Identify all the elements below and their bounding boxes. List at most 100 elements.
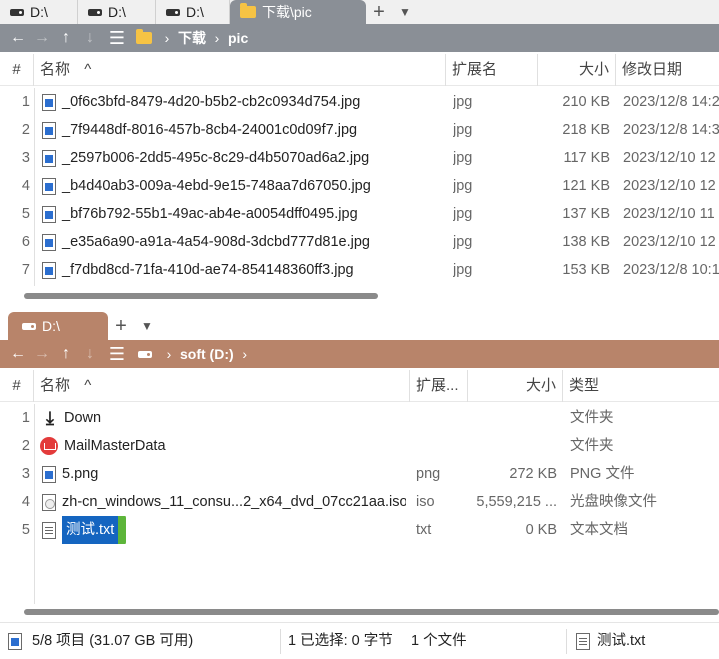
file-name: _bf76b792-55b1-49ac-ab4e-a0054dff0495.jp… [62, 206, 358, 222]
tab-d-drive-bottom[interactable]: D:\ [8, 312, 108, 340]
col-name[interactable]: 名称 ^ [34, 370, 410, 402]
col-num[interactable]: # [0, 370, 34, 402]
file-size: 272 KB [509, 466, 557, 482]
col-name[interactable]: 名称 ^ [34, 54, 446, 86]
back-icon[interactable]: ← [6, 345, 30, 363]
bottom-horizontal-scrollbar[interactable] [24, 609, 719, 615]
menu-icon[interactable]: ☰ [102, 28, 132, 49]
file-name-cell[interactable]: 5.png [42, 460, 406, 488]
file-name-cell[interactable]: _b4d40ab3-009a-4ebd-9e15-748aa7d67050.jp… [42, 172, 442, 200]
down-icon[interactable]: ↓ [78, 345, 102, 363]
file-name-cell[interactable]: _7f9448df-8016-457b-8cb4-24001c0d09f7.jp… [42, 116, 442, 144]
table-row[interactable]: 1 ⤓ Down 文件夹 [0, 404, 719, 432]
row-number: 4 [21, 494, 30, 510]
chevron-right-icon[interactable]: › [156, 30, 178, 46]
file-name-cell[interactable]: MailMasterData [40, 432, 406, 460]
file-name: MailMasterData [64, 438, 166, 454]
file-size: 0 KB [525, 522, 557, 538]
file-name: _0f6c3bfd-8479-4d20-b5b2-cb2c0934d754.jp… [62, 94, 361, 110]
chevron-right-icon[interactable]: › [234, 346, 256, 362]
new-tab-button[interactable]: + [366, 0, 392, 24]
tab-list-dropdown[interactable]: ▼ [134, 312, 160, 340]
col-ext[interactable]: 扩展... [410, 370, 468, 402]
col-size[interactable]: 大小 [538, 54, 616, 86]
up-icon[interactable]: ↑ [54, 345, 78, 363]
image-file-icon [42, 121, 56, 139]
menu-icon[interactable]: ☰ [102, 344, 132, 365]
col-num[interactable]: # [0, 54, 34, 86]
tab-list-dropdown[interactable]: ▼ [392, 0, 418, 24]
image-file-icon [42, 261, 56, 279]
status-divider [566, 629, 567, 654]
tab-d-drive-1[interactable]: D:\ [0, 0, 78, 24]
row-number: 3 [21, 466, 30, 482]
table-row[interactable]: 4 _b4d40ab3-009a-4ebd-9e15-748aa7d67050.… [0, 172, 719, 200]
top-tab-bar: D:\ D:\ D:\ 下载\pic + ▼ [0, 0, 719, 24]
status-selected-file: 测试.txt [597, 633, 646, 649]
file-name: zh-cn_windows_11_consu...2_x64_dvd_07cc2… [62, 494, 406, 510]
image-file-icon [42, 465, 56, 483]
file-name-cell[interactable]: _2597b006-2dd5-495c-8c29-d4b5070ad6a2.jp… [42, 144, 442, 172]
back-icon[interactable]: ← [6, 29, 30, 47]
file-name-cell[interactable]: 测试.txt [42, 516, 406, 544]
drive-icon [166, 8, 180, 16]
file-name-cell[interactable]: ⤓ Down [42, 404, 406, 432]
folder-icon [136, 29, 152, 44]
top-address-bar: ← → ↑ ↓ ☰ › 下载 › pic [0, 24, 719, 52]
breadcrumb-pic[interactable]: pic [228, 30, 248, 46]
col-type[interactable]: 类型 [563, 370, 719, 402]
row-number: 1 [21, 410, 30, 426]
file-size: 121 KB [562, 178, 610, 194]
file-size [468, 432, 557, 460]
table-row-selected[interactable]: 5 测试.txt txt 0 KB 文本文档 [0, 516, 719, 544]
row-number: 5 [21, 522, 30, 538]
drive-icon [10, 8, 24, 16]
breadcrumb-download[interactable]: 下载 [178, 28, 206, 48]
file-name-cell[interactable]: _f7dbd8cd-71fa-410d-ae74-854148360ff3.jp… [42, 256, 442, 284]
tab-d-drive-2[interactable]: D:\ [78, 0, 156, 24]
forward-icon[interactable]: → [30, 345, 54, 363]
top-horizontal-scrollbar[interactable] [24, 293, 378, 299]
file-name-cell[interactable]: _0f6c3bfd-8479-4d20-b5b2-cb2c0934d754.jp… [42, 88, 442, 116]
text-file-icon [42, 521, 56, 539]
file-name[interactable]: 测试.txt [62, 516, 127, 544]
image-file-icon [42, 233, 56, 251]
tab-download-pic[interactable]: 下载\pic [230, 0, 366, 24]
forward-icon[interactable]: → [30, 29, 54, 47]
down-icon[interactable]: ↓ [78, 29, 102, 47]
file-size: 138 KB [562, 234, 610, 250]
download-folder-icon: ⤓ [46, 408, 54, 428]
image-file-icon [42, 205, 56, 223]
col-name-label: 名称 [40, 61, 71, 78]
file-name: _7f9448df-8016-457b-8cb4-24001c0d09f7.jp… [62, 122, 358, 138]
table-row[interactable]: 3 _2597b006-2dd5-495c-8c29-d4b5070ad6a2.… [0, 144, 719, 172]
tab-d-drive-3[interactable]: D:\ [156, 0, 230, 24]
drive-icon [138, 350, 152, 358]
file-name-cell[interactable]: _e35a6a90-a91a-4a54-908d-3dcbd777d81e.jp… [42, 228, 442, 256]
chevron-right-icon[interactable]: › [158, 346, 180, 362]
table-row[interactable]: 2 MailMasterData 文件夹 [0, 432, 719, 460]
breadcrumb-soft-d[interactable]: soft (D:) [180, 346, 234, 362]
col-ext[interactable]: 扩展名 [446, 54, 538, 86]
chevron-right-icon[interactable]: › [206, 30, 228, 46]
table-row[interactable]: 1 _0f6c3bfd-8479-4d20-b5b2-cb2c0934d754.… [0, 88, 719, 116]
col-size[interactable]: 大小 [468, 370, 563, 402]
table-row[interactable]: 3 5.png png 272 KB PNG 文件 [0, 460, 719, 488]
drive-icon [22, 322, 36, 330]
tab-label: D:\ [42, 318, 60, 334]
table-row[interactable]: 5 _bf76b792-55b1-49ac-ab4e-a0054dff0495.… [0, 200, 719, 228]
tab-label: D:\ [108, 4, 126, 20]
up-icon[interactable]: ↑ [54, 29, 78, 47]
bottom-column-header: # 名称 ^ 扩展... 大小 类型 [0, 370, 719, 402]
disc-image-icon [42, 493, 56, 511]
table-row[interactable]: 4 zh-cn_windows_11_consu...2_x64_dvd_07c… [0, 488, 719, 516]
file-name-cell[interactable]: zh-cn_windows_11_consu...2_x64_dvd_07cc2… [42, 488, 406, 516]
image-file-icon [42, 93, 56, 111]
col-date[interactable]: 修改日期 [616, 54, 719, 86]
drive-icon [88, 8, 102, 16]
file-name-cell[interactable]: _bf76b792-55b1-49ac-ab4e-a0054dff0495.jp… [42, 200, 442, 228]
table-row[interactable]: 6 _e35a6a90-a91a-4a54-908d-3dcbd777d81e.… [0, 228, 719, 256]
table-row[interactable]: 7 _f7dbd8cd-71fa-410d-ae74-854148360ff3.… [0, 256, 719, 284]
new-tab-button[interactable]: + [108, 312, 134, 340]
table-row[interactable]: 2 _7f9448df-8016-457b-8cb4-24001c0d09f7.… [0, 116, 719, 144]
